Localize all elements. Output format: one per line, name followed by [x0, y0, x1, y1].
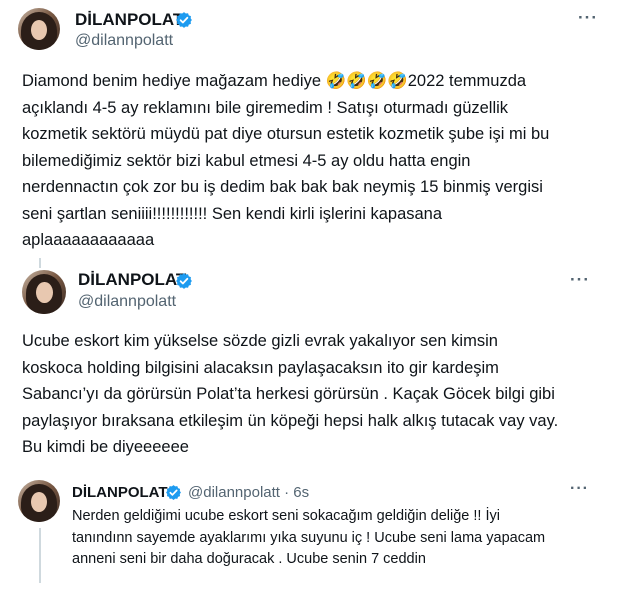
verified-badge-icon — [175, 272, 193, 295]
verified-badge-icon — [165, 484, 182, 506]
avatar[interactable] — [22, 270, 66, 314]
handle[interactable]: @dilannpolatt — [78, 293, 176, 311]
tweet-3[interactable]: DİLANPOLAT @dilannpolatt · 6s ··· Nerden… — [0, 468, 640, 595]
thread-line — [39, 528, 41, 583]
thread-line — [39, 258, 41, 268]
display-name[interactable]: DİLANPOLAT — [75, 10, 183, 30]
tweet-1[interactable]: DİLANPOLAT @dilannpolatt ··· Diamond ben… — [0, 0, 640, 250]
tweet-text: Nerden geldiğimi ucube eskort seni sokac… — [72, 508, 546, 567]
more-options-icon[interactable]: ··· — [570, 480, 589, 498]
avatar[interactable] — [18, 8, 60, 50]
tweet-text: Ucube eskort kim yükselse sözde gizli ev… — [22, 332, 559, 456]
handle-timestamp[interactable]: @dilannpolatt · 6s — [188, 484, 309, 501]
tweet-text: Diamond benim hediye mağazam hediye 🤣🤣🤣🤣… — [22, 72, 550, 249]
more-options-icon[interactable]: ··· — [578, 8, 598, 28]
handle[interactable]: @dilannpolatt — [75, 32, 173, 50]
tweet-2[interactable]: DİLANPOLAT @dilannpolatt ··· Ucube eskor… — [0, 258, 640, 458]
display-name[interactable]: DİLANPOLAT — [72, 484, 168, 501]
verified-badge-icon — [175, 11, 193, 34]
display-name[interactable]: DİLANPOLAT — [78, 270, 186, 290]
more-options-icon[interactable]: ··· — [570, 270, 590, 290]
avatar[interactable] — [18, 480, 60, 522]
